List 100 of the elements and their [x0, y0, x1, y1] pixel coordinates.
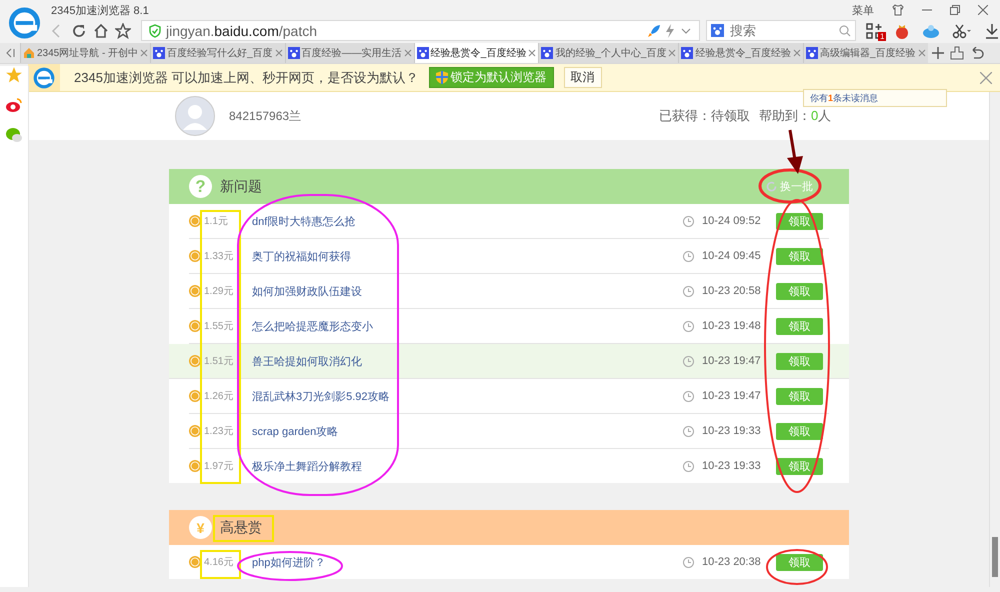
- paw-icon: [806, 47, 818, 59]
- clock-icon: [683, 320, 694, 332]
- paw-icon: [541, 47, 554, 59]
- close-icon[interactable]: [978, 5, 988, 15]
- collapse-icon[interactable]: [5, 48, 15, 58]
- clock-icon: [683, 356, 694, 366]
- annotation-ellipse: [766, 549, 828, 585]
- reward-amount: 1.1元: [204, 215, 229, 228]
- window-title: 2345加速浏览器 8.1: [50, 4, 150, 18]
- browser-logo-icon[interactable]: [8, 6, 41, 40]
- paw-icon: [416, 47, 429, 59]
- yen-icon: ¥: [189, 516, 212, 539]
- clock-icon: [683, 250, 694, 262]
- close-icon[interactable]: [274, 49, 283, 57]
- refresh-icon[interactable]: [71, 22, 87, 38]
- question-time: 10-23 20:38: [702, 556, 762, 568]
- close-icon[interactable]: [140, 49, 148, 57]
- section-title: 高悬赏: [220, 518, 262, 536]
- question-time: 10-23 19:47: [702, 355, 762, 367]
- annotation-box: [213, 515, 274, 542]
- close-icon[interactable]: [792, 49, 801, 57]
- reward-amount: 1.97元: [204, 460, 234, 473]
- browser-logo-icon: [33, 66, 55, 88]
- paw-icon: [681, 47, 694, 59]
- address-bar[interactable]: jingyan.baidu.com/patch: [141, 20, 700, 41]
- cloud-icon[interactable]: [922, 22, 940, 38]
- lightning-icon[interactable]: [665, 24, 675, 38]
- notice-text: 2345加速浏览器 可以加速上网、秒开网页，是否设为默认？: [74, 68, 419, 86]
- question-link[interactable]: 怎么把哈提恶魔形态变小: [237, 318, 683, 334]
- question-time: 10-23 19:33: [702, 460, 762, 472]
- reward-amount: 1.29元: [204, 285, 234, 298]
- question-link[interactable]: dnf限时大特惠怎么抢: [237, 214, 683, 228]
- browser-tab[interactable]: 经验悬赏令_百度经验: [678, 43, 803, 63]
- username: 842157963兰: [229, 108, 302, 124]
- question-icon: ?: [189, 175, 212, 198]
- helped-count: 帮助到：0人: [759, 107, 832, 125]
- download-icon[interactable]: [984, 22, 1000, 38]
- browser-tab[interactable]: 百度经验写什么好_百度: [150, 43, 285, 63]
- undo-icon[interactable]: [970, 47, 986, 59]
- house-icon: [23, 47, 35, 59]
- cancel-button[interactable]: 取消: [564, 67, 602, 88]
- question-link[interactable]: 如何加强财政队伍建设: [237, 284, 683, 298]
- browser-tab[interactable]: 我的经验_个人中心_百度: [538, 43, 678, 63]
- question-link[interactable]: 混乱武林3刀光剑影5.92攻略: [237, 388, 683, 404]
- weibo-icon[interactable]: [5, 96, 23, 114]
- clock-icon: [683, 286, 694, 296]
- question-link[interactable]: php如何进阶？: [237, 554, 683, 570]
- shirt-icon[interactable]: [892, 4, 904, 16]
- chat-bubble-icon[interactable]: [5, 126, 23, 144]
- close-icon[interactable]: [404, 49, 412, 57]
- scissors-icon[interactable]: [952, 22, 972, 38]
- close-icon[interactable]: [918, 49, 926, 57]
- browser-tab[interactable]: 高级编辑器_百度经验: [802, 43, 928, 63]
- clock-icon: [683, 460, 694, 472]
- new-tab-icon[interactable]: [932, 47, 944, 59]
- question-time: 10-23 19:47: [702, 390, 762, 402]
- star-icon[interactable]: [115, 22, 131, 38]
- question-link[interactable]: scrap garden攻略: [237, 424, 683, 438]
- question-time: 10-23 19:48: [702, 320, 762, 332]
- paw-icon: [711, 24, 724, 37]
- clock-icon: [683, 390, 694, 402]
- broom-icon[interactable]: [950, 46, 964, 60]
- question-time: 10-23 19:33: [702, 425, 762, 437]
- shield-icon: [436, 71, 448, 84]
- question-link[interactable]: 兽王哈提如何取消幻化: [237, 354, 683, 368]
- reward-amount: 1.55元: [204, 320, 234, 333]
- question-link[interactable]: 极乐净土舞蹈分解教程: [237, 458, 683, 474]
- section-title: 新问题: [220, 178, 262, 196]
- paw-icon: [288, 47, 300, 59]
- star-icon[interactable]: [5, 66, 23, 84]
- browser-tab[interactable]: 经验悬赏令_百度经验: [414, 43, 538, 63]
- browser-tab[interactable]: 2345网址导航 - 开创中: [20, 43, 150, 63]
- clock-icon: [683, 216, 694, 226]
- close-icon[interactable]: [528, 49, 536, 57]
- notification-badge: 1: [878, 32, 886, 40]
- close-icon[interactable]: [980, 72, 992, 84]
- message-tooltip[interactable]: 你有1条未读消息: [803, 89, 947, 107]
- restore-icon[interactable]: [950, 5, 960, 15]
- scrollbar[interactable]: [989, 92, 1000, 587]
- browser-tab[interactable]: 百度经验——实用生活: [284, 43, 414, 63]
- menu-button[interactable]: 菜单: [852, 2, 874, 18]
- clock-icon: [683, 556, 694, 568]
- earned-status: 已获得：待领取: [659, 107, 751, 125]
- home-icon[interactable]: [93, 22, 109, 38]
- apps-grid-icon[interactable]: [866, 22, 882, 38]
- shield-check-icon: [148, 24, 162, 38]
- annotation-arrow: [787, 130, 803, 174]
- question-time: 10-24 09:52: [702, 215, 762, 227]
- question-link[interactable]: 奥丁的祝福如何获得: [237, 248, 683, 264]
- search-icon[interactable]: [839, 24, 851, 36]
- question-time: 10-24 09:45: [702, 250, 762, 262]
- reward-amount: 4.16元: [204, 556, 234, 569]
- close-icon[interactable]: [668, 49, 676, 57]
- search-field[interactable]: 搜索: [706, 20, 856, 41]
- refresh-icon: [766, 181, 777, 192]
- reward-amount: 1.26元: [204, 390, 234, 403]
- reward-amount: 1.33元: [204, 250, 234, 263]
- clock-icon: [683, 426, 694, 436]
- search-input[interactable]: 搜索: [728, 22, 835, 39]
- reward-amount: 1.23元: [204, 425, 234, 438]
